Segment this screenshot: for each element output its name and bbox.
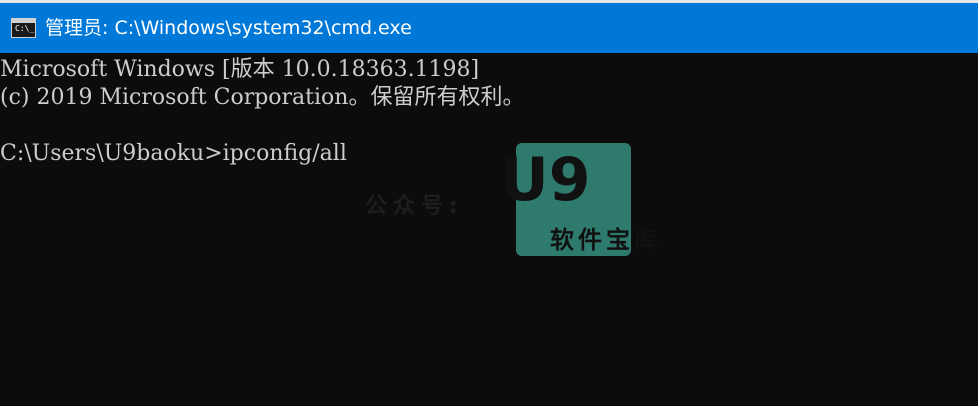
title-bar[interactable]: C:\_ 管理员: C:\Windows\system32\cmd.exe [0, 0, 978, 53]
watermark-label: 公众号: [365, 194, 464, 219]
console-area[interactable]: Microsoft Windows [版本 10.0.18363.1198] (… [0, 53, 978, 406]
console-line-command: C:\Users\U9baoku>ipconfig/all [0, 141, 347, 166]
watermark-logo-text: U9 [500, 145, 591, 215]
console-line-copyright: (c) 2019 Microsoft Corporation。保留所有权利。 [0, 85, 525, 110]
watermark-logo-subtext: 软件宝库 [550, 226, 662, 254]
window-title: 管理员: C:\Windows\system32\cmd.exe [45, 17, 412, 39]
cmd-icon-bar [12, 19, 35, 23]
cmd-icon-prompt: C:\_ [15, 24, 35, 33]
console-line-version: Microsoft Windows [版本 10.0.18363.1198] [0, 57, 480, 82]
cmd-icon[interactable]: C:\_ [11, 18, 36, 38]
title-bar-top-strip [0, 0, 978, 3]
